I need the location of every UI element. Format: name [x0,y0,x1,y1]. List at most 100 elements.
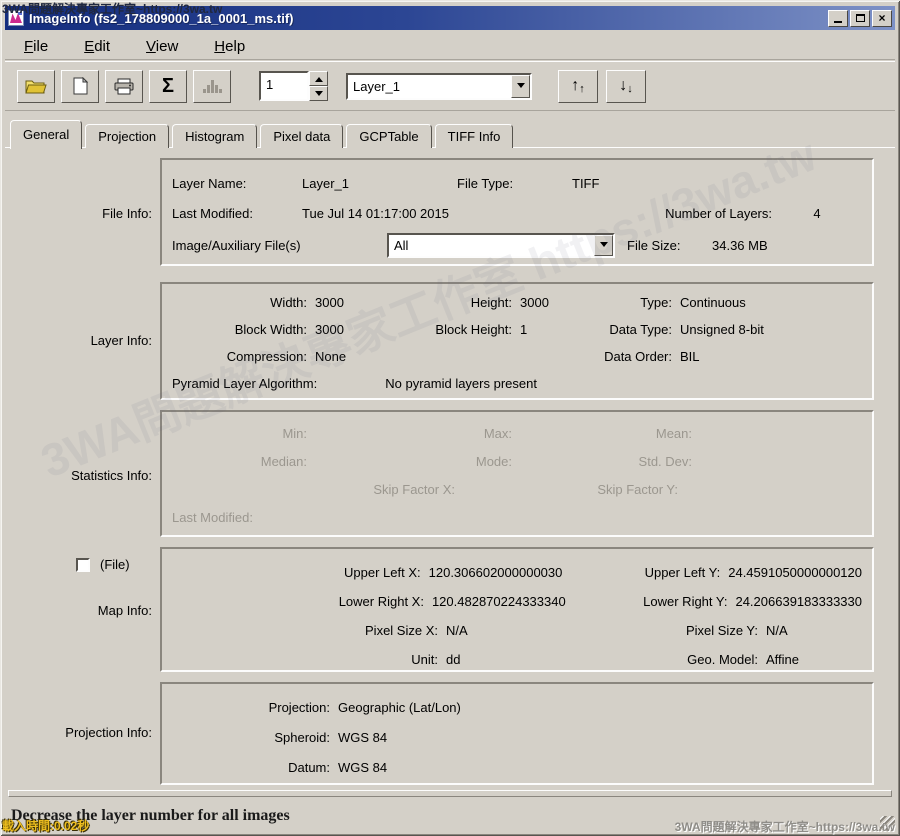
aux-files-select[interactable]: All [387,233,615,258]
height-label: Height: [412,295,512,310]
upper-left-x-label: Upper Left X: [172,565,421,580]
block-height-value: 1 [512,322,582,337]
tab-projection[interactable]: Projection [85,124,169,148]
file-info-label: File Info: [0,206,152,221]
data-type-label: Data Type: [582,322,672,337]
file-info-panel: Layer Name: Layer_1 File Type: TIFF Last… [160,158,874,266]
window-title: ImageInfo (fs2_178809000_1a_0001_ms.tif) [29,11,826,26]
toolbar: Σ 1 Layer_1 ↑↑ ↓↓ [5,61,895,111]
resize-grip[interactable] [880,816,895,831]
layer-number-up-button[interactable] [309,71,328,86]
lower-right-x-value: 120.482870224333340 [424,594,628,609]
unit-value: dd [438,652,653,667]
block-width-label: Block Width: [172,322,307,337]
type-label: Type: [582,295,672,310]
layer-number-down-button[interactable] [309,86,328,101]
last-modified-label: Last Modified: [172,206,302,221]
file-checkbox[interactable] [76,558,90,572]
tab-gcptable[interactable]: GCPTable [346,124,431,148]
histogram-icon [201,78,223,94]
open-folder-icon [25,78,47,94]
double-down-arrow-icon: ↓ [627,84,633,95]
projection-value: Geographic (Lat/Lon) [330,700,862,715]
lower-right-x-label: Lower Right X: [172,594,424,609]
file-type-label: File Type: [457,176,572,191]
print-button[interactable] [105,70,143,103]
tab-pixel-data[interactable]: Pixel data [260,124,343,148]
mode-label: Mode: [412,454,512,469]
file-checkbox-label: (File) [100,557,130,572]
menu-view[interactable]: View [143,37,181,56]
histogram-button[interactable] [193,70,231,103]
layer-info-label: Layer Info: [0,333,152,348]
pyramid-label: Pyramid Layer Algorithm: [172,376,317,391]
number-of-layers-label: Number of Layers: [665,206,772,221]
file-size-value: 34.36 MB [712,238,862,253]
layer-name-value: Layer_1 [302,176,457,191]
file-size-label: File Size: [627,238,712,253]
projection-info-panel: Projection: Geographic (Lat/Lon) Spheroi… [160,682,874,785]
double-up-arrow-icon: ↑ [579,84,585,95]
min-label: Min: [172,426,307,441]
minimize-icon [834,21,842,23]
maximize-button[interactable] [850,10,870,27]
menu-help[interactable]: Help [211,37,248,56]
mean-label: Mean: [582,426,692,441]
layer-name-label: Layer Name: [172,176,302,191]
data-order-value: BIL [672,349,862,364]
layer-number-input[interactable]: 1 [259,71,309,101]
datum-value: WGS 84 [330,760,862,775]
aux-files-label: Image/Auxiliary File(s) [172,238,387,253]
width-label: Width: [172,295,307,310]
app-icon [8,10,24,26]
median-label: Median: [172,454,307,469]
projection-label: Projection: [172,700,330,715]
layer-select-value: Layer_1 [348,79,511,94]
status-bar: Decrease the layer number for all images [6,801,894,831]
layer-select-arrow-button[interactable] [511,75,530,98]
pixel-size-x-label: Pixel Size X: [172,623,438,638]
title-bar[interactable]: ImageInfo (fs2_178809000_1a_0001_ms.tif)… [5,6,895,30]
open-file-button[interactable] [17,70,55,103]
width-value: 3000 [307,295,412,310]
menu-edit[interactable]: Edit [81,37,113,56]
upper-left-x-value: 120.306602000000030 [421,565,622,580]
tab-tiff-info[interactable]: TIFF Info [435,124,514,148]
close-button[interactable]: × [872,10,892,27]
layer-number-stepper: 1 [259,71,328,101]
statistics-button[interactable]: Σ [149,70,187,103]
std-dev-label: Std. Dev: [582,454,692,469]
chevron-down-icon [517,83,525,92]
imageinfo-window: ImageInfo (fs2_178809000_1a_0001_ms.tif)… [0,0,900,836]
bottom-separator [8,790,892,797]
upper-left-y-label: Upper Left Y: [622,565,720,580]
lower-right-y-label: Lower Right Y: [628,594,727,609]
spheroid-value: WGS 84 [330,730,862,745]
statistics-info-panel: Min: Max: Mean: Median: Mode: Std. Dev: … [160,410,874,537]
maximize-icon [856,14,865,22]
layer-select[interactable]: Layer_1 [346,73,532,100]
tab-histogram[interactable]: Histogram [172,124,257,148]
tab-bar: General Projection Histogram Pixel data … [10,119,516,148]
map-info-file-toggle: (File) [76,557,130,572]
tab-general[interactable]: General [10,120,82,149]
clear-info-button[interactable] [61,70,99,103]
minimize-button[interactable] [828,10,848,27]
number-of-layers-value: 4 [772,206,862,221]
decrease-layer-button[interactable]: ↓↓ [606,70,646,103]
menu-bar: File Edit View Help [5,33,895,60]
unit-label: Unit: [172,652,438,667]
projection-info-label: Projection Info: [0,725,152,740]
pyramid-value: No pyramid layers present [317,376,537,391]
skip-factor-x-label: Skip Factor X: [172,482,455,497]
increase-layer-button[interactable]: ↑↑ [558,70,598,103]
aux-files-value: All [389,238,594,253]
up-arrow-icon [315,73,323,82]
compression-value: None [307,349,412,364]
upper-left-y-value: 24.4591050000000120 [720,565,862,580]
spheroid-label: Spheroid: [172,730,330,745]
aux-files-arrow-button[interactable] [594,235,613,256]
down-arrow-icon [315,91,323,100]
menu-file[interactable]: File [21,37,51,56]
chevron-down-icon [600,242,608,251]
